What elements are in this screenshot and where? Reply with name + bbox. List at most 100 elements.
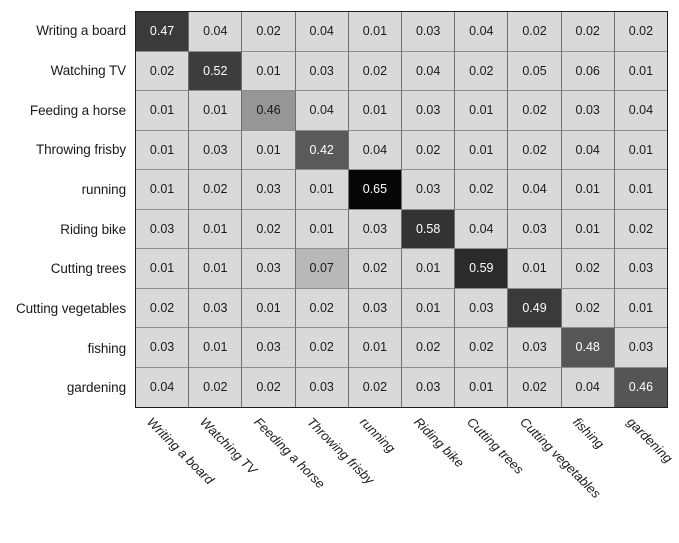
- matrix-cell: 0.01: [402, 288, 456, 328]
- column-label-slot: gardening: [615, 409, 675, 543]
- matrix-cell: 0.04: [189, 12, 243, 52]
- matrix-cell: 0.01: [189, 249, 243, 289]
- column-label-slot: Cutting vegetables: [508, 409, 604, 543]
- column-label: running: [357, 414, 399, 456]
- matrix-cell: 0.01: [614, 288, 668, 328]
- matrix-cell: 0.01: [402, 249, 456, 289]
- matrix-cell: 0.48: [561, 328, 615, 368]
- matrix-cell: 0.02: [348, 367, 403, 407]
- matrix-cell: 0.01: [136, 249, 190, 289]
- row-label: Watching TV: [50, 62, 127, 78]
- matrix-cell: 0.03: [402, 12, 456, 52]
- matrix-cell: 0.01: [508, 249, 562, 289]
- matrix-row: 0.01 0.02 0.03 0.01 0.65 0.03 0.02 0.04 0.01 0.01: [136, 170, 668, 210]
- confusion-matrix-figure: Writing a board Watching TV Feeding a hors…: [0, 0, 679, 543]
- matrix-cell: 0.04: [295, 12, 349, 52]
- matrix-row: 0.03 0.01 0.03 0.02 0.01 0.02 0.02 0.03 0.48 0.03: [136, 328, 668, 368]
- matrix-cell: 0.01: [614, 51, 668, 91]
- row-label-axis: Writing a board Watching TV Feeding a hors…: [0, 11, 130, 408]
- matrix-cell: 0.65: [348, 170, 403, 210]
- matrix-cell: 0.01: [136, 91, 190, 131]
- row-label: running: [81, 181, 126, 197]
- matrix-cell: 0.47: [136, 12, 190, 52]
- matrix-cell: 0.03: [455, 288, 509, 328]
- matrix-cell: 0.02: [402, 130, 456, 170]
- matrix-cell: 0.02: [508, 91, 562, 131]
- matrix-cell: 0.05: [508, 51, 562, 91]
- matrix-cell: 0.03: [242, 249, 296, 289]
- matrix-cell: 0.03: [136, 209, 190, 249]
- matrix-cell: 0.03: [614, 249, 668, 289]
- matrix-cell: 0.04: [508, 170, 562, 210]
- matrix-cell: 0.03: [402, 367, 456, 407]
- matrix-row: 0.02 0.03 0.01 0.02 0.03 0.01 0.03 0.49 0.02 0.01: [136, 288, 668, 328]
- matrix-cell: 0.03: [242, 170, 296, 210]
- matrix-cell: 0.02: [561, 249, 615, 289]
- matrix-cell: 0.03: [614, 328, 668, 368]
- matrix-cell: 0.02: [455, 328, 509, 368]
- row-label: fishing: [87, 340, 126, 356]
- matrix-cell: 0.03: [189, 288, 243, 328]
- column-label-slot: Feeding a horse: [242, 409, 328, 543]
- column-label: gardening: [623, 414, 676, 466]
- matrix-cell: 0.02: [614, 12, 668, 52]
- matrix-cell: 0.58: [402, 209, 456, 249]
- matrix-cell: 0.02: [189, 367, 243, 407]
- row-label: Cutting trees: [50, 261, 126, 277]
- matrix-cell: 0.02: [561, 12, 615, 52]
- matrix-cell: 0.01: [455, 91, 509, 131]
- matrix-cell: 0.03: [508, 209, 562, 249]
- matrix-cell: 0.02: [348, 51, 403, 91]
- matrix-cell: 0.04: [561, 130, 615, 170]
- matrix-cell: 0.03: [242, 328, 296, 368]
- row-label: Riding bike: [60, 221, 126, 237]
- matrix-cell: 0.01: [136, 170, 190, 210]
- matrix-cell: 0.02: [295, 288, 349, 328]
- matrix-cell: 0.46: [242, 91, 296, 131]
- matrix-cell: 0.02: [508, 130, 562, 170]
- matrix-row: 0.47 0.04 0.02 0.04 0.01 0.03 0.04 0.02 0.02 0.02: [136, 12, 668, 52]
- matrix-cell: 0.03: [508, 328, 562, 368]
- matrix-cell: 0.01: [455, 130, 509, 170]
- matrix-cell: 0.03: [295, 367, 349, 407]
- matrix-cell: 0.59: [455, 249, 509, 289]
- matrix-cell: 0.01: [348, 91, 403, 131]
- matrix-cell: 0.01: [614, 130, 668, 170]
- matrix-cell: 0.02: [295, 328, 349, 368]
- matrix-cell: 0.03: [402, 91, 456, 131]
- row-label: Writing a board: [36, 23, 126, 39]
- matrix-cell: 0.03: [348, 209, 403, 249]
- matrix-cell: 0.01: [189, 91, 243, 131]
- matrix-cell: 0.03: [295, 51, 349, 91]
- matrix-cell: 0.01: [561, 170, 615, 210]
- matrix-cell: 0.02: [136, 288, 190, 328]
- column-label-slot: Watching TV: [188, 409, 260, 543]
- matrix-row: 0.01 0.01 0.03 0.07 0.02 0.01 0.59 0.01 0.02 0.03: [136, 249, 668, 289]
- matrix-cell: 0.01: [348, 12, 403, 52]
- matrix-cell: 0.02: [242, 367, 296, 407]
- column-label-slot: fishing: [561, 409, 614, 543]
- matrix-row: 0.02 0.52 0.01 0.03 0.02 0.04 0.02 0.05 0.06 0.01: [136, 51, 668, 91]
- column-label-axis: Writing a board Watching TV Feeding a hors…: [135, 409, 675, 543]
- matrix-cell: 0.02: [455, 51, 509, 91]
- row-label: Cutting vegetables: [15, 301, 126, 317]
- matrix-cell: 0.03: [561, 91, 615, 131]
- matrix-cell: 0.01: [295, 209, 349, 249]
- matrix-cell: 0.07: [295, 249, 349, 289]
- matrix-cell: 0.02: [508, 367, 562, 407]
- matrix-cell: 0.02: [402, 328, 456, 368]
- column-label-slot: Writing a board: [135, 409, 217, 543]
- matrix-cell: 0.04: [295, 91, 349, 131]
- matrix-cell: 0.46: [614, 367, 668, 407]
- matrix-cell: 0.01: [242, 288, 296, 328]
- row-label: Feeding a horse: [29, 102, 126, 118]
- column-label-slot: Riding bike: [402, 409, 467, 543]
- column-label-slot: Throwing frisby: [295, 409, 377, 543]
- matrix-cell: 0.01: [242, 130, 296, 170]
- matrix-cell: 0.04: [455, 209, 509, 249]
- matrix-cell: 0.01: [189, 328, 243, 368]
- matrix-cell: 0.03: [348, 288, 403, 328]
- matrix-cell: 0.01: [242, 51, 296, 91]
- matrix-cell: 0.04: [136, 367, 190, 407]
- matrix-cell: 0.04: [614, 91, 668, 131]
